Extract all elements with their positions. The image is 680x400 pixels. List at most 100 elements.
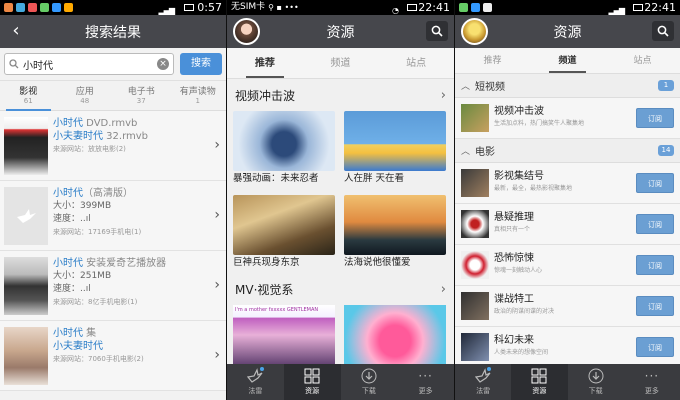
status-bar: ▂▄▆ 0:57 [0, 0, 226, 15]
category-tabs: 影视 61 应用 48 电子书 37 有声读物 1 [0, 81, 226, 111]
video-grid: 暴强动画：未来忍者 人在胖 天在看 巨神兵现身东京 法海说他很懂爱 [227, 111, 454, 273]
nav-download[interactable]: 下载 [341, 364, 398, 400]
nav-leida[interactable]: 法雷 [227, 364, 284, 400]
tab-ebooks[interactable]: 电子书 37 [113, 81, 170, 110]
subscribe-button[interactable]: 订阅 [636, 255, 674, 275]
nav-more[interactable]: ··· 更多 [624, 364, 680, 400]
result-item[interactable]: 小时代（高清版） 大小：399MB 速度：..ıl 来源网站：17169手机电(… [0, 181, 226, 251]
result-source: 来源网站：7060手机电影(2) [53, 355, 144, 363]
group-name: 电影 [475, 147, 496, 158]
nav-resources[interactable]: 资源 [511, 364, 568, 400]
video-card[interactable]: 巨神兵现身东京 [233, 195, 335, 273]
back-arrow-icon[interactable]: ‹ [6, 21, 26, 41]
video-card[interactable]: 法海说他很懂爱 [344, 195, 446, 273]
search-input[interactable] [23, 58, 153, 70]
result-thumbnail [4, 257, 48, 315]
chevron-right-icon: › [214, 207, 220, 223]
nav-leida[interactable]: 法雷 [455, 364, 511, 400]
tab-video[interactable]: 影视 61 [0, 81, 57, 111]
channel-desc: 惊魂一刻触动人心 [494, 267, 543, 274]
clear-icon[interactable]: × [157, 58, 169, 70]
result-size: 大小：251MB [53, 271, 112, 281]
status-time: 22:41 [418, 1, 450, 14]
video-title: 巨神兵现身东京 [233, 257, 300, 268]
subscribe-button[interactable]: 订阅 [636, 337, 674, 357]
section-header[interactable]: MV·视觉系 › [227, 273, 454, 305]
notification-icon [483, 3, 492, 12]
carrier-label: 无SIM卡 [231, 2, 266, 12]
channel-desc: 最新，最全，最热影视聚集地 [494, 185, 573, 192]
video-card[interactable]: 人在胖 天在看 [344, 111, 446, 189]
group-header[interactable]: ︿ 电影 14 [455, 139, 680, 163]
tab-channels[interactable]: 频道 [530, 48, 605, 73]
search-box: × [4, 53, 174, 75]
status-time: 0:57 [197, 1, 222, 14]
result-item[interactable]: 小时代 安装爱奇艺播放器 大小：251MB 速度：..ıl 来源网站：8亿手机电… [0, 251, 226, 321]
result-title: 小时代 [53, 188, 83, 199]
search-icon[interactable] [426, 21, 448, 41]
tab-channels[interactable]: 频道 [303, 48, 379, 78]
channel-row: 影视集结号 最新，最全，最热影视聚集地 订阅 [455, 163, 680, 204]
video-title: 暴强动画：未来忍者 [233, 173, 319, 184]
result-thumbnail [4, 327, 48, 385]
subscribe-button[interactable]: 订阅 [636, 108, 674, 128]
nav-label: 更多 [418, 387, 433, 395]
grid-icon [304, 368, 320, 384]
result-title: 小时代 [53, 118, 83, 129]
tab-sites[interactable]: 站点 [605, 48, 680, 73]
collapse-caret-icon: ︿ [461, 147, 471, 157]
result-item[interactable]: 小时代 集 小夫妻时代 来源网站：7060手机电影(2) › [0, 321, 226, 391]
nav-label: 下载 [361, 387, 376, 395]
resource-tabs: 推荐 频道 站点 [227, 48, 454, 79]
channel-name: 悬疑推理 [494, 212, 534, 223]
tab-audiobooks[interactable]: 有声读物 1 [170, 81, 227, 110]
count-badge: 14 [658, 145, 674, 156]
download-icon [588, 368, 604, 384]
tab-sites[interactable]: 站点 [378, 48, 454, 78]
page-title: 搜索结果 [85, 24, 141, 41]
battery-icon [184, 4, 194, 11]
video-card[interactable]: 暴强动画：未来忍者 [233, 111, 335, 189]
tab-recommend[interactable]: 推荐 [227, 48, 303, 78]
tab-apps[interactable]: 应用 48 [57, 81, 114, 110]
result-source: 来源网站：17169手机电(1) [53, 228, 142, 236]
subscribe-button[interactable]: 订阅 [636, 214, 674, 234]
avatar[interactable] [461, 18, 488, 45]
nav-more[interactable]: ··· 更多 [397, 364, 454, 400]
mv-thumbnail[interactable] [344, 305, 446, 365]
section-header[interactable]: 视频冲击波 › [227, 79, 454, 111]
result-item[interactable]: 小时代 DVD.rmvb 小夫妻时代 32.rmvb 来源网站：放放电影(2) … [0, 111, 226, 181]
tab-recommend[interactable]: 推荐 [455, 48, 530, 73]
avatar[interactable] [233, 18, 260, 45]
resources-recommend-screen: 无SIM卡 ⚲ ▪ ••• ◔ 22:41 资源 推荐 频道 站点 视频冲击波 … [227, 0, 454, 400]
title-bar: 资源 [455, 15, 680, 48]
notification-icon [64, 3, 73, 12]
battery-icon [633, 4, 643, 11]
video-thumbnail [344, 111, 446, 171]
resource-tabs: 推荐 频道 站点 [455, 48, 680, 74]
chevron-right-icon: › [214, 347, 220, 363]
subscribe-button[interactable]: 订阅 [636, 296, 674, 316]
channel-row: 恐怖惊悚 惊魂一刻触动人心 订阅 [455, 245, 680, 286]
mv-thumbnail[interactable]: I'm a mother fxxxxx GENTLEMAN [233, 305, 335, 365]
nav-label: 下载 [588, 387, 603, 395]
result-source: 来源网站：放放电影(2) [53, 145, 126, 153]
result-subtitle: 小夫妻时代 [53, 341, 103, 352]
channel-icon [461, 333, 489, 361]
group-header[interactable]: ︿ 短视频 1 [455, 74, 680, 98]
result-thumbnail [4, 187, 48, 245]
tab-label: 电子书 [127, 87, 155, 97]
nav-download[interactable]: 下载 [568, 364, 624, 400]
notification-icon [4, 3, 13, 12]
result-title-suffix: DVD.rmvb [83, 118, 138, 129]
mv-row: I'm a mother fxxxxx GENTLEMAN [227, 305, 454, 365]
count-badge: 1 [658, 80, 674, 91]
nav-resources[interactable]: 资源 [283, 364, 341, 400]
channel-desc: 真相只有一个 [494, 226, 531, 233]
notification-icon [28, 3, 37, 12]
subscribe-button[interactable]: 订阅 [636, 173, 674, 193]
search-icon[interactable] [652, 21, 674, 41]
search-button[interactable]: 搜索 [180, 53, 222, 75]
result-size: 大小：399MB [53, 201, 112, 211]
nav-label: 资源 [305, 387, 320, 395]
